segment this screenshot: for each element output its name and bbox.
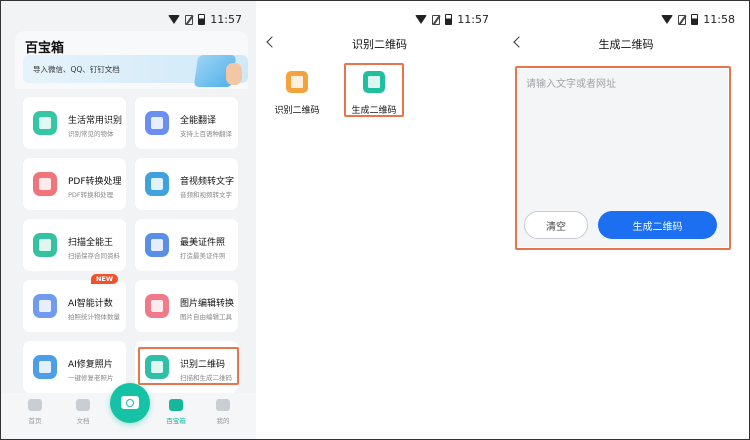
highlight-box	[138, 347, 239, 385]
qr-generate-screen: 11:58 生成二维码 清空 生成二维码	[503, 1, 749, 439]
count-icon	[33, 294, 57, 318]
tile-subtitle: 打造最美证件照	[180, 252, 226, 260]
status-bar: 11:57	[256, 1, 503, 31]
nav-item-toolbox[interactable]: 百宝箱	[156, 399, 196, 425]
status-bar: 11:57	[1, 1, 256, 31]
tile-title: 扫描全能王	[68, 238, 114, 248]
status-time: 11:58	[703, 13, 735, 26]
camera-button[interactable]	[110, 383, 150, 423]
tile-subtitle: 识别常见的物体	[68, 130, 114, 138]
tool-tile-life-recognition[interactable]: 生活常用识别 识别常见的物体	[23, 97, 126, 149]
tile-subtitle: 音频和视频转文字	[180, 191, 232, 199]
profile-icon	[216, 399, 230, 411]
document-icon	[76, 399, 90, 411]
tile-subtitle: 图片自由编辑工具	[180, 313, 232, 321]
nav-label: 首页	[28, 417, 42, 425]
tool-tile-ai-photo-repair[interactable]: AI修复照片 一键修复老照片	[23, 341, 126, 393]
tile-title: 最美证件照	[180, 238, 226, 248]
tool-tile-scanner[interactable]: 扫描全能王 扫描保存合同资料	[23, 219, 126, 271]
status-time: 11:57	[210, 13, 242, 26]
toolbox-icon	[169, 399, 183, 411]
banner-text: 导入微信、QQ、钉钉文档	[33, 65, 120, 74]
camera-icon	[121, 396, 139, 409]
nav-item-docs[interactable]: 文档	[63, 399, 103, 425]
new-badge: NEW	[90, 274, 118, 284]
translate-icon	[145, 111, 169, 135]
battery-icon	[445, 14, 453, 25]
nav-item-home[interactable]: 首页	[15, 399, 55, 425]
no-sim-icon	[432, 14, 441, 25]
qr-menu-screen: 11:57 识别二维码 识别二维码 生成二维码	[256, 1, 503, 439]
wifi-icon	[661, 15, 674, 24]
pdf-icon	[33, 172, 57, 196]
tile-title: 全能翻译	[180, 116, 217, 126]
nav-label: 百宝箱	[166, 417, 186, 425]
tile-title: PDF转换处理	[68, 177, 122, 187]
photo-repair-icon	[33, 355, 57, 379]
tile-title: AI修复照片	[68, 360, 113, 370]
nav-label: 我的	[216, 417, 230, 425]
tool-tile-image-edit[interactable]: 图片编辑转换 图片自由编辑工具	[135, 280, 238, 332]
status-bar: 11:58	[503, 1, 749, 31]
wifi-icon	[415, 15, 428, 24]
hand-illustration-icon	[226, 63, 242, 85]
portrait-icon	[145, 233, 169, 257]
tool-tile-av-to-text[interactable]: 音视频转文字 音频和视频转文字	[135, 158, 238, 210]
highlight-box	[515, 66, 731, 250]
tool-tile-id-photo[interactable]: 最美证件照 打造最美证件照	[135, 219, 238, 271]
home-icon	[28, 399, 42, 411]
tile-title: AI智能计数	[68, 299, 113, 309]
no-sim-icon	[678, 14, 687, 25]
highlight-box	[344, 63, 404, 117]
tile-subtitle: 扫描保存合同资料	[68, 252, 120, 260]
nav-label: 文档	[76, 417, 90, 425]
image-edit-icon	[145, 294, 169, 318]
wifi-icon	[168, 15, 181, 24]
tile-title: 图片编辑转换	[180, 299, 235, 309]
qr-scan-icon	[286, 71, 308, 93]
tile-title: 生活常用识别	[68, 116, 123, 126]
tool-tile-pdf[interactable]: PDF转换处理 PDF转换和处理	[23, 158, 126, 210]
import-banner[interactable]: 导入微信、QQ、钉钉文档	[23, 55, 248, 87]
tile-subtitle: 一键修复老照片	[68, 374, 114, 382]
page-title: 生成二维码	[598, 38, 654, 51]
tile-title: 音视频转文字	[180, 177, 235, 187]
battery-icon	[691, 14, 699, 25]
scan-qr-option[interactable]: 识别二维码	[268, 71, 326, 116]
tool-tile-ai-count[interactable]: NEW AI智能计数 拍照统计物体数量	[23, 274, 126, 332]
tile-subtitle: 拍照统计物体数量	[68, 313, 120, 321]
page-title: 百宝箱	[25, 41, 65, 56]
nav-item-mine[interactable]: 我的	[203, 399, 243, 425]
page-title: 识别二维码	[352, 38, 407, 51]
toolbox-header: 百宝箱 导入微信、QQ、钉钉文档	[15, 31, 248, 89]
toolbox-screen: 11:57 百宝箱 导入微信、QQ、钉钉文档 生活常用识别 识别常见的物体 全能…	[1, 1, 256, 439]
store-icon	[33, 111, 57, 135]
scan-icon	[33, 233, 57, 257]
tool-tile-translate[interactable]: 全能翻译 支持上百语种翻译	[135, 97, 238, 149]
tile-subtitle: PDF转换和处理	[68, 191, 114, 199]
no-sim-icon	[185, 14, 194, 25]
video-text-icon	[145, 172, 169, 196]
status-time: 11:57	[457, 13, 489, 26]
tile-subtitle: 支持上百语种翻译	[180, 130, 232, 138]
option-label: 识别二维码	[274, 106, 320, 116]
battery-icon	[198, 14, 206, 25]
